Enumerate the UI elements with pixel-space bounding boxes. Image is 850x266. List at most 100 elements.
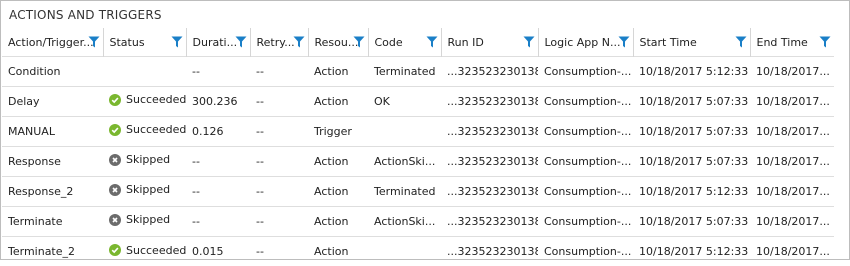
retry-cell: -- bbox=[256, 94, 264, 108]
logic-app-cell: Consumption-... bbox=[544, 124, 632, 138]
retry-cell: -- bbox=[256, 154, 264, 168]
action-name-cell: Terminate_2 bbox=[8, 244, 76, 258]
filter-icon[interactable] bbox=[426, 36, 438, 48]
end-time-cell: 10/18/2017... bbox=[756, 64, 830, 78]
run-id-cell: ...3235232301385 bbox=[447, 154, 538, 168]
column-header[interactable]: Retry... bbox=[250, 28, 309, 56]
action-name-cell: Response_2 bbox=[8, 184, 74, 198]
status-indicator: Skipped bbox=[109, 153, 170, 166]
filter-icon[interactable] bbox=[88, 36, 100, 48]
column-header-label: Run ID bbox=[447, 35, 484, 49]
code-cell: ActionSki... bbox=[374, 214, 436, 228]
action-name-cell: MANUAL bbox=[8, 124, 55, 138]
column-header[interactable]: Status bbox=[103, 28, 187, 56]
filter-icon[interactable] bbox=[235, 36, 247, 48]
table-row[interactable]: Terminate Skipped -- -- Action ActionSki.....… bbox=[2, 206, 834, 236]
status-cell: Skipped bbox=[103, 176, 186, 206]
status-cell: Succeeded bbox=[103, 86, 186, 116]
duration-cell: -- bbox=[192, 214, 200, 228]
column-header[interactable]: Durati... bbox=[186, 28, 251, 56]
logic-app-cell: Consumption-... bbox=[544, 154, 632, 168]
resource-cell: Action bbox=[314, 154, 349, 168]
action-name-cell: Terminate bbox=[8, 214, 63, 228]
run-id-cell: ...3235232301385 bbox=[447, 64, 538, 78]
start-time-cell: 10/18/2017 5:07:33 PM bbox=[639, 124, 750, 138]
end-time-cell: 10/18/2017... bbox=[756, 94, 830, 108]
code-cell bbox=[368, 236, 441, 266]
status-label: Skipped bbox=[126, 153, 171, 167]
start-time-cell: 10/18/2017 5:07:33 PM bbox=[639, 154, 750, 168]
run-id-cell: ...3235232301385 bbox=[447, 184, 538, 198]
filter-icon[interactable] bbox=[353, 36, 365, 48]
column-header[interactable]: Action/Trigger... bbox=[2, 28, 104, 56]
skip-circle-icon bbox=[109, 153, 121, 166]
resource-cell: Action bbox=[314, 94, 349, 108]
end-time-cell: 10/18/2017... bbox=[756, 184, 830, 198]
column-header-label: Logic App N... bbox=[544, 35, 621, 49]
status-cell: Succeeded bbox=[103, 236, 186, 266]
retry-cell: -- bbox=[256, 64, 264, 78]
panel-title: ACTIONS AND TRIGGERS bbox=[9, 8, 162, 22]
column-header[interactable]: Code bbox=[368, 28, 442, 56]
duration-cell: -- bbox=[192, 64, 200, 78]
duration-cell: 0.015 bbox=[192, 244, 224, 258]
header-row: Action/Trigger... Status Durati... Retry...… bbox=[2, 28, 834, 56]
table-row[interactable]: Delay Succeeded 300.236 -- Action OK ...323523… bbox=[2, 86, 834, 116]
filter-icon[interactable] bbox=[735, 36, 747, 48]
status-indicator: Skipped bbox=[109, 213, 170, 226]
run-id-cell: ...3235232301385 bbox=[447, 94, 538, 108]
table-row[interactable]: Condition -- -- Action Terminated ...32352323… bbox=[2, 56, 834, 86]
table-body: Condition -- -- Action Terminated ...32352323… bbox=[2, 56, 834, 266]
filter-icon[interactable] bbox=[523, 36, 535, 48]
resource-cell: Action bbox=[314, 64, 349, 78]
resource-cell: Action bbox=[314, 214, 349, 228]
status-cell bbox=[103, 56, 186, 86]
code-cell: Terminated bbox=[374, 184, 436, 198]
column-header[interactable]: Run ID bbox=[441, 28, 539, 56]
filter-icon[interactable] bbox=[819, 36, 831, 48]
end-time-cell: 10/18/2017... bbox=[756, 214, 830, 228]
run-id-cell: ...3235232301385 bbox=[447, 214, 538, 228]
actions-triggers-panel: ACTIONS AND TRIGGERS Action/Trigger... St… bbox=[0, 0, 850, 260]
column-header-label: Durati... bbox=[192, 35, 238, 49]
table-row[interactable]: Terminate_2 Succeeded 0.015 -- Action ...3235… bbox=[2, 236, 834, 266]
status-indicator: Succeeded bbox=[109, 123, 186, 136]
check-circle-icon bbox=[109, 244, 121, 256]
column-header[interactable]: Start Time bbox=[633, 28, 751, 56]
table-row[interactable]: MANUAL Succeeded 0.126 -- Trigger ...32352323… bbox=[2, 116, 834, 146]
column-header-label: Code bbox=[374, 35, 403, 49]
status-label: Succeeded bbox=[126, 123, 186, 137]
column-header-label: Status bbox=[109, 35, 145, 49]
code-cell: OK bbox=[374, 94, 390, 108]
table-row[interactable]: Response Skipped -- -- Action ActionSki......… bbox=[2, 146, 834, 176]
table-row[interactable]: Response_2 Skipped -- -- Action Terminated...… bbox=[2, 176, 834, 206]
column-header[interactable]: Logic App N... bbox=[538, 28, 634, 56]
duration-cell: -- bbox=[192, 184, 200, 198]
column-header-label: End Time bbox=[756, 35, 808, 49]
run-id-cell: ...3235232301385 bbox=[447, 244, 538, 258]
action-name-cell: Response bbox=[8, 154, 61, 168]
start-time-cell: 10/18/2017 5:12:33 PM bbox=[639, 244, 750, 258]
retry-cell: -- bbox=[256, 124, 264, 138]
retry-cell: -- bbox=[256, 214, 264, 228]
duration-cell: 0.126 bbox=[192, 124, 224, 138]
column-header[interactable]: End Time bbox=[750, 28, 834, 56]
status-indicator: Succeeded bbox=[109, 244, 186, 257]
logic-app-cell: Consumption-... bbox=[544, 244, 632, 258]
retry-cell: -- bbox=[256, 244, 264, 258]
skip-circle-icon bbox=[109, 213, 121, 226]
filter-icon[interactable] bbox=[171, 36, 183, 48]
start-time-cell: 10/18/2017 5:12:33 PM bbox=[639, 64, 750, 78]
run-id-cell: ...3235232301385 bbox=[447, 124, 538, 138]
column-header[interactable]: Resou... bbox=[308, 28, 369, 56]
action-name-cell: Condition bbox=[8, 64, 61, 78]
filter-icon[interactable] bbox=[293, 36, 305, 48]
filter-icon[interactable] bbox=[618, 36, 630, 48]
status-indicator: Skipped bbox=[109, 183, 170, 196]
logic-app-cell: Consumption-... bbox=[544, 94, 632, 108]
logic-app-cell: Consumption-... bbox=[544, 64, 632, 78]
code-cell: Terminated bbox=[374, 64, 436, 78]
action-name-cell: Delay bbox=[8, 94, 40, 108]
check-circle-icon bbox=[109, 93, 121, 106]
end-time-cell: 10/18/2017... bbox=[756, 154, 830, 168]
